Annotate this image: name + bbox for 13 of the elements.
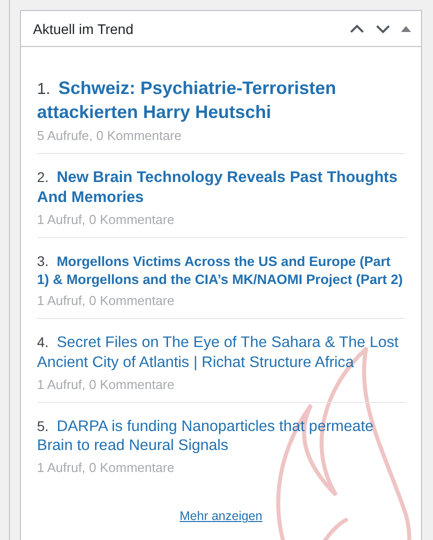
post-link[interactable]: 2. New Brain Technology Reveals Past Thoughts And Memories: [37, 168, 405, 208]
widget-title: Aktuell im Trend: [33, 20, 134, 36]
collapse-toggle-icon[interactable]: [401, 24, 411, 32]
post-link[interactable]: 1. Schweiz: Psychiatrie-Terroristen attackierten Harry Heutschi: [37, 77, 405, 124]
post-stats: 1 Aufruf, 0 Kommentare: [37, 460, 176, 476]
post-link[interactable]: 4. Secret Files on The Eye of The Sahara & The Lost Ancient City of Atlantis | Richat Structure Africa: [37, 332, 405, 373]
post-link[interactable]: 5. DARPA is funding Nanoparticles that permeate Brain to read Neural Signals: [37, 416, 405, 456]
post-stats: 5 Aufrufe, 0 Kommentare: [37, 128, 183, 144]
post-stats: 1 Aufruf, 0 Kommentare: [37, 376, 176, 392]
post-link[interactable]: 3. Morgellons Victims Across the US and Europe (Part 1) & Morgellons and the CIA’s MK/NAOMI Project (Part 2): [37, 252, 405, 289]
post-stats: 1 Aufruf, 0 Kommentare: [37, 292, 176, 308]
show-more-link[interactable]: Mehr anzeigen: [180, 509, 262, 524]
post-stats: 1 Aufruf, 0 Kommentare: [37, 212, 176, 228]
